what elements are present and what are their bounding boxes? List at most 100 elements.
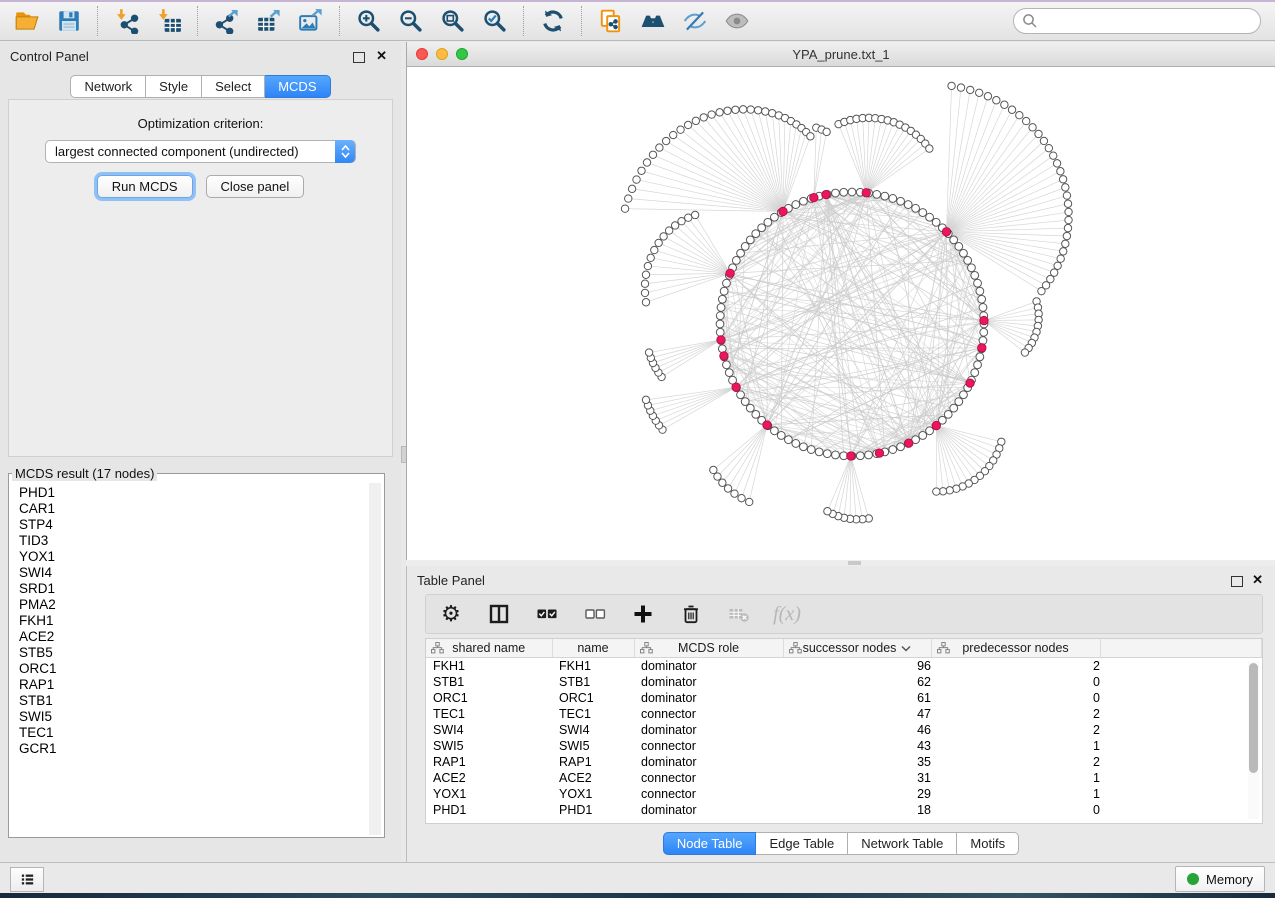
table-cell[interactable]: 2 — [931, 706, 1100, 722]
zoom-in-button[interactable] — [348, 5, 390, 37]
table-cell[interactable]: dominator — [634, 722, 783, 738]
tab-select[interactable]: Select — [202, 75, 265, 98]
import-table-button[interactable] — [148, 5, 190, 37]
table-cell[interactable]: connector — [634, 738, 783, 754]
mcds-result-item[interactable]: PMA2 — [19, 597, 384, 613]
tab-node-table[interactable]: Node Table — [663, 832, 757, 855]
export-image-button[interactable] — [290, 5, 332, 37]
table-row[interactable]: ORC1ORC1dominator610 — [426, 690, 1262, 706]
zoom-selected-button[interactable] — [474, 5, 516, 37]
mcds-result-item[interactable]: TEC1 — [19, 725, 384, 741]
table-cell[interactable]: connector — [634, 786, 783, 802]
table-cell[interactable]: 43 — [783, 738, 931, 754]
mcds-result-item[interactable]: SWI5 — [19, 709, 384, 725]
table-cell[interactable]: 1 — [931, 738, 1100, 754]
table-cell[interactable]: dominator — [634, 754, 783, 770]
table-row[interactable]: RAP1RAP1dominator352 — [426, 754, 1262, 770]
mcds-result-item[interactable]: PHD1 — [19, 485, 384, 501]
table-scrollbar-thumb[interactable] — [1249, 663, 1258, 773]
table-cell[interactable]: connector — [634, 770, 783, 786]
table-cell[interactable]: 0 — [931, 690, 1100, 706]
table-cell[interactable] — [1100, 658, 1262, 675]
table-cell[interactable] — [1100, 738, 1262, 754]
fit-content-button[interactable] — [432, 5, 474, 37]
table-cell[interactable]: dominator — [634, 690, 783, 706]
table-cell[interactable] — [1100, 674, 1262, 690]
table-cell[interactable]: 61 — [783, 690, 931, 706]
close-window-icon[interactable] — [416, 48, 428, 60]
criterion-dropdown[interactable]: largest connected component (undirected) — [45, 140, 356, 163]
tab-mcds[interactable]: MCDS — [265, 75, 330, 98]
table-settings-gear-button[interactable]: ⚙ — [438, 601, 464, 627]
table-cell[interactable]: 0 — [931, 802, 1100, 818]
column-header-mcds-role[interactable]: MCDS role — [634, 639, 783, 658]
table-cell[interactable]: YOX1 — [426, 786, 552, 802]
tab-network[interactable]: Network — [70, 75, 146, 98]
table-cell[interactable] — [1100, 754, 1262, 770]
memory-button[interactable]: Memory — [1175, 866, 1265, 892]
table-row[interactable]: STB1STB1dominator620 — [426, 674, 1262, 690]
table-cell[interactable]: TEC1 — [426, 706, 552, 722]
open-file-button[interactable] — [6, 5, 48, 37]
table-cell[interactable]: 0 — [931, 674, 1100, 690]
table-cell[interactable]: ACE2 — [426, 770, 552, 786]
export-network-button[interactable] — [206, 5, 248, 37]
table-cell[interactable]: SWI4 — [426, 722, 552, 738]
table-cell[interactable] — [1100, 770, 1262, 786]
network-window-titlebar[interactable]: YPA_prune.txt_1 — [407, 42, 1275, 67]
table-row[interactable]: YOX1YOX1connector291 — [426, 786, 1262, 802]
column-header-predecessor-nodes[interactable]: predecessor nodes — [931, 639, 1100, 658]
table-cell[interactable]: 31 — [783, 770, 931, 786]
table-cell[interactable]: dominator — [634, 674, 783, 690]
save-session-button[interactable] — [48, 5, 90, 37]
table-cell[interactable]: ORC1 — [552, 690, 634, 706]
select-all-columns-button[interactable] — [534, 601, 560, 627]
table-row[interactable]: ACE2ACE2connector311 — [426, 770, 1262, 786]
table-cell[interactable] — [1100, 706, 1262, 722]
column-header-successor-nodes[interactable]: successor nodes — [783, 639, 931, 658]
mcds-result-item[interactable]: STB5 — [19, 645, 384, 661]
column-header-name[interactable]: name — [552, 639, 634, 658]
import-network-button[interactable] — [106, 5, 148, 37]
table-scrollbar[interactable] — [1248, 661, 1259, 819]
mcds-result-item[interactable]: STP4 — [19, 517, 384, 533]
mcds-result-item[interactable]: SRD1 — [19, 581, 384, 597]
refresh-button[interactable] — [532, 5, 574, 37]
table-cell[interactable]: SWI5 — [552, 738, 634, 754]
tab-edge-table[interactable]: Edge Table — [756, 832, 848, 855]
zoom-out-button[interactable] — [390, 5, 432, 37]
tab-style[interactable]: Style — [146, 75, 202, 98]
mcds-result-item[interactable]: FKH1 — [19, 613, 384, 629]
table-cell[interactable]: 46 — [783, 722, 931, 738]
float-panel-icon[interactable] — [353, 52, 365, 63]
table-cell[interactable]: RAP1 — [552, 754, 634, 770]
table-row[interactable]: PHD1PHD1dominator180 — [426, 802, 1262, 818]
delete-column-button[interactable] — [678, 601, 704, 627]
unselect-all-columns-button[interactable] — [582, 601, 608, 627]
mcds-result-item[interactable]: YOX1 — [19, 549, 384, 565]
table-cell[interactable]: FKH1 — [552, 658, 634, 675]
tab-motifs[interactable]: Motifs — [957, 832, 1019, 855]
table-cell[interactable]: 2 — [931, 722, 1100, 738]
table-cell[interactable]: ORC1 — [426, 690, 552, 706]
binoculars-button[interactable] — [632, 5, 674, 37]
table-cell[interactable]: 47 — [783, 706, 931, 722]
table-cell[interactable]: 35 — [783, 754, 931, 770]
column-header-shared-name[interactable]: shared name — [426, 639, 552, 658]
table-cell[interactable] — [1100, 802, 1262, 818]
mcds-result-list[interactable]: PHD1CAR1STP4TID3YOX1SWI4SRD1PMA2FKH1ACE2… — [9, 481, 384, 837]
table-cell[interactable]: 62 — [783, 674, 931, 690]
copy-network-button[interactable] — [590, 5, 632, 37]
export-table-button[interactable] — [248, 5, 290, 37]
table-cell[interactable]: 1 — [931, 770, 1100, 786]
table-cell[interactable]: FKH1 — [426, 658, 552, 675]
minimize-window-icon[interactable] — [436, 48, 448, 60]
close-panel-button[interactable]: Close panel — [206, 175, 305, 198]
table-cell[interactable]: ACE2 — [552, 770, 634, 786]
mcds-result-item[interactable]: ORC1 — [19, 661, 384, 677]
mcds-result-item[interactable]: STB1 — [19, 693, 384, 709]
table-cell[interactable]: TEC1 — [552, 706, 634, 722]
mcds-result-item[interactable]: SWI4 — [19, 565, 384, 581]
table-cell[interactable]: dominator — [634, 658, 783, 675]
mcds-result-item[interactable]: TID3 — [19, 533, 384, 549]
